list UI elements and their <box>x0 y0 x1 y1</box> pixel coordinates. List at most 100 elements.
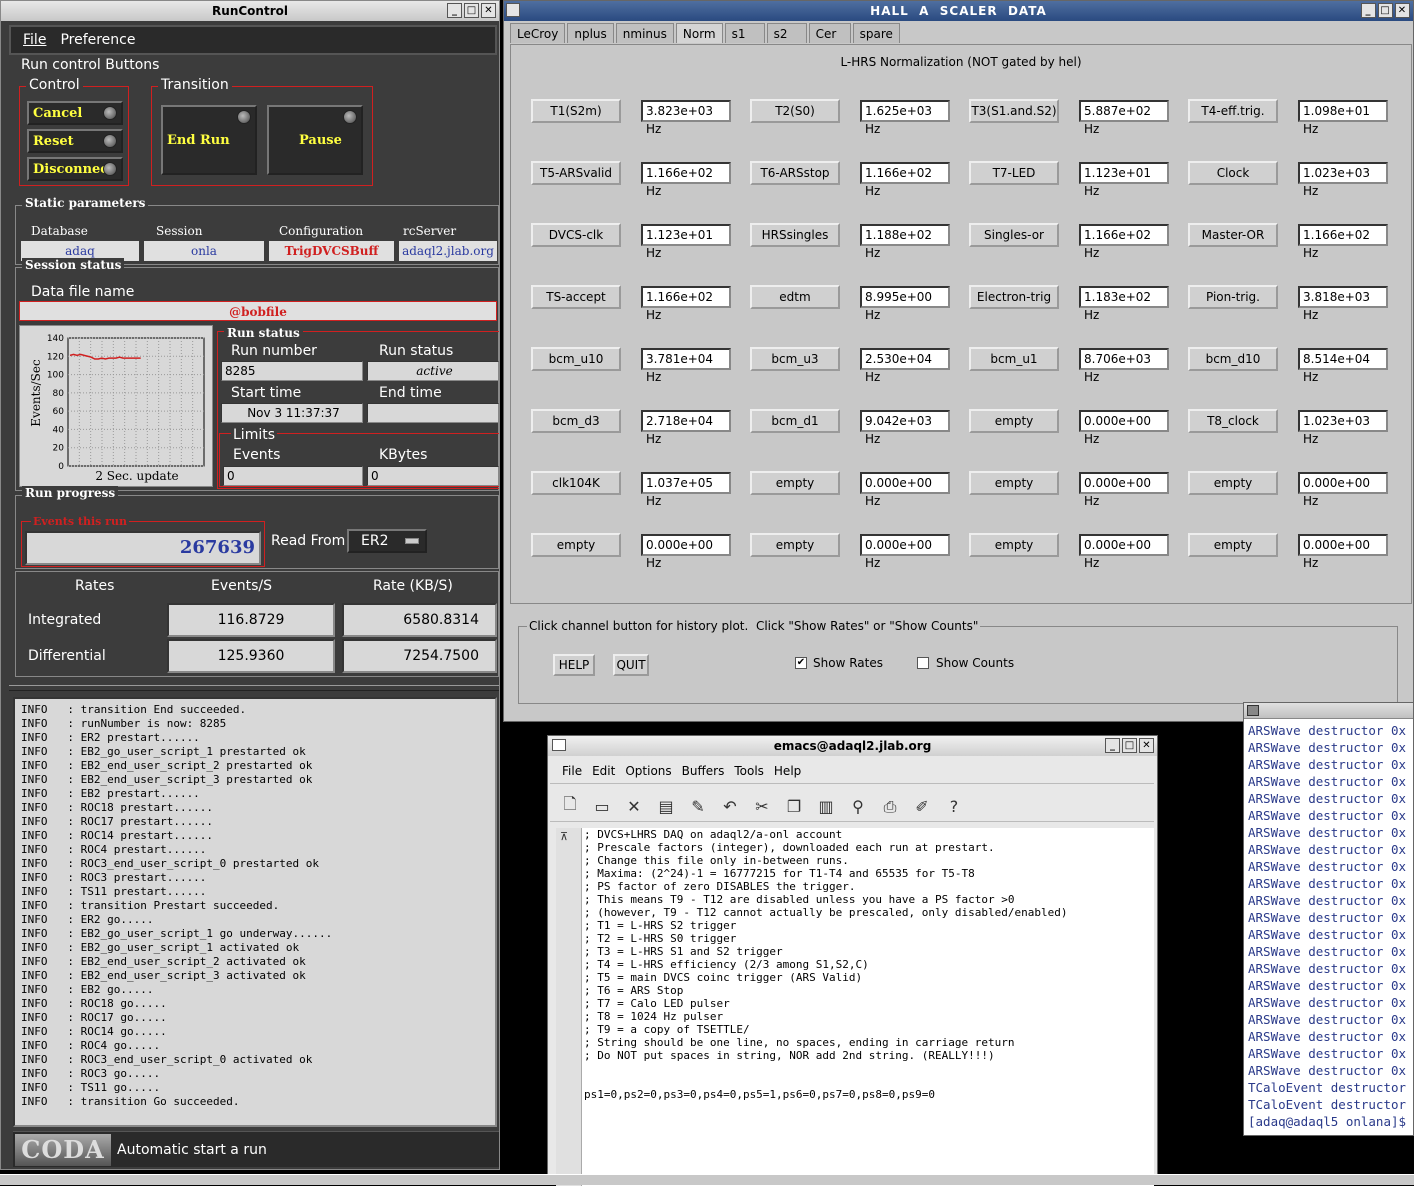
y-tick-label: 120 <box>47 352 64 362</box>
disconnect-button[interactable]: Disconnect <box>27 157 123 181</box>
scroll-up-icon[interactable]: ⊼ <box>560 830 568 843</box>
minimize-icon[interactable]: _ <box>1361 3 1376 18</box>
log-line: INFO : ER2 prestart...... <box>21 731 200 744</box>
search-icon[interactable]: ⚲ <box>848 797 868 816</box>
channel-button[interactable]: empty <box>750 471 840 495</box>
channel-button[interactable]: T4-eff.trig. <box>1188 99 1278 123</box>
channel-button[interactable]: Clock <box>1188 161 1278 185</box>
channel-button[interactable]: TS-accept <box>531 285 621 309</box>
print-icon[interactable]: ⎙ <box>880 797 900 817</box>
read-from-select[interactable]: ER2 <box>347 529 427 553</box>
channel-button[interactable]: Electron-trig <box>969 285 1059 309</box>
channel-button[interactable]: Singles-or <box>969 223 1059 247</box>
configuration-value: TrigDVCSBuff <box>269 241 394 261</box>
end-time-value <box>367 403 499 423</box>
paste-icon[interactable]: ▥ <box>816 797 836 816</box>
channel-button[interactable]: T1(S2m) <box>531 99 621 123</box>
tab-cer[interactable]: Cer <box>808 23 851 43</box>
tab-nminus[interactable]: nminus <box>615 23 674 43</box>
channel-button[interactable]: T5-ARSvalid <box>531 161 621 185</box>
tab-s2[interactable]: s2 <box>766 23 807 43</box>
save-as-icon[interactable]: ✎ <box>688 797 708 816</box>
save-icon[interactable]: ▤ <box>656 797 676 816</box>
close-buffer-icon[interactable]: ✕ <box>624 797 644 816</box>
channel-button[interactable]: T8_clock <box>1188 409 1278 433</box>
channel-button[interactable]: bcm_u10 <box>531 347 621 371</box>
close-icon[interactable]: ✕ <box>481 3 496 18</box>
channel-button[interactable]: bcm_d10 <box>1188 347 1278 371</box>
scaler-titlebar[interactable]: HALL A SCALER DATA _ □ ✕ <box>504 1 1413 21</box>
channel-button[interactable]: T2(S0) <box>750 99 840 123</box>
emacs-buffer[interactable]: ; DVCS+LHRS DAQ on adaql2/a-onl account;… <box>582 828 1154 1186</box>
xterm-titlebar[interactable] <box>1244 703 1413 719</box>
buffer-line: ; T6 = ARS Stop <box>584 984 684 997</box>
tab-s1[interactable]: s1 <box>724 23 765 43</box>
channel-button[interactable]: bcm_u3 <box>750 347 840 371</box>
channel-button[interactable]: empty <box>750 533 840 557</box>
channel-button[interactable]: T7-LED <box>969 161 1059 185</box>
menu-file[interactable]: File <box>23 32 46 48</box>
cut-icon[interactable]: ✂ <box>752 797 772 816</box>
channel-button[interactable]: clk104K <box>531 471 621 495</box>
help-button[interactable]: HELP <box>553 654 595 676</box>
channel-button[interactable]: edtm <box>750 285 840 309</box>
channel-button[interactable]: empty <box>531 533 621 557</box>
channel-button[interactable]: bcm_u1 <box>969 347 1059 371</box>
channel-button[interactable]: Master-OR <box>1188 223 1278 247</box>
open-folder-icon[interactable]: ▭ <box>592 797 612 816</box>
runcontrol-titlebar[interactable]: RunControl _ □ ✕ <box>1 1 499 21</box>
reset-button[interactable]: Reset <box>27 129 123 153</box>
emacs-titlebar[interactable]: emacs@adaql2.jlab.org _ □ ✕ <box>548 736 1157 756</box>
end-run-button[interactable]: End Run <box>161 105 257 175</box>
menu-tools[interactable]: Tools <box>734 764 764 778</box>
xterm-output[interactable]: ARSWave destructor 0x ARSWave destructor … <box>1244 719 1413 1133</box>
window-menu-icon[interactable] <box>506 3 520 17</box>
quit-button[interactable]: QUIT <box>613 654 649 676</box>
preferences-icon[interactable]: ✐ <box>912 797 932 816</box>
channel-button[interactable]: empty <box>969 533 1059 557</box>
new-file-icon[interactable]: 🗋 <box>560 793 580 820</box>
menu-file[interactable]: File <box>562 764 582 778</box>
channel-button[interactable]: empty <box>1188 471 1278 495</box>
pause-button[interactable]: Pause <box>267 105 363 175</box>
tab-lecroy[interactable]: LeCroy <box>510 23 566 43</box>
tab-spare[interactable]: spare <box>852 23 900 43</box>
channel-button[interactable]: bcm_d3 <box>531 409 621 433</box>
emacs-scrollbar[interactable]: ⊼ <box>556 828 582 1186</box>
channel-button[interactable]: Pion-trig. <box>1188 285 1278 309</box>
close-icon[interactable]: ✕ <box>1395 3 1410 18</box>
channel-button[interactable]: empty <box>1188 533 1278 557</box>
channel-button[interactable]: T3(S1.and.S2) <box>969 99 1059 123</box>
channel-button[interactable]: bcm_d1 <box>750 409 840 433</box>
terminal-line: ARSWave destructor 0x <box>1248 893 1407 908</box>
maximize-icon[interactable]: □ <box>464 3 479 18</box>
copy-icon[interactable]: ❐ <box>784 797 804 816</box>
channel-button[interactable]: HRSsingles <box>750 223 840 247</box>
minimize-icon[interactable]: _ <box>447 3 462 18</box>
maximize-icon[interactable]: □ <box>1122 738 1137 753</box>
tab-nplus[interactable]: nplus <box>567 23 614 43</box>
help-icon[interactable]: ? <box>944 797 964 816</box>
maximize-icon[interactable]: □ <box>1378 3 1393 18</box>
close-icon[interactable]: ✕ <box>1139 738 1154 753</box>
menu-help[interactable]: Help <box>774 764 801 778</box>
minimize-icon[interactable]: _ <box>1105 738 1120 753</box>
configuration-label: Configuration <box>279 224 364 238</box>
undo-icon[interactable]: ↶ <box>720 797 740 816</box>
cancel-button[interactable]: Cancel <box>27 101 123 125</box>
menu-buffers[interactable]: Buffers <box>682 764 725 778</box>
show-counts-checkbox[interactable] <box>917 657 929 669</box>
kbytes-limit-input[interactable]: 0 <box>367 466 499 486</box>
channel-button[interactable]: empty <box>969 409 1059 433</box>
window-menu-icon[interactable] <box>552 739 566 751</box>
tab-norm[interactable]: Norm <box>675 23 723 43</box>
message-log[interactable]: INFO : transition End succeeded. INFO : r… <box>13 697 497 1127</box>
menu-options[interactable]: Options <box>625 764 671 778</box>
events-limit-input[interactable]: 0 <box>223 466 363 486</box>
menu-edit[interactable]: Edit <box>592 764 615 778</box>
show-rates-checkbox[interactable]: ✔ <box>795 657 807 669</box>
menu-preference[interactable]: Preference <box>60 32 135 48</box>
channel-button[interactable]: empty <box>969 471 1059 495</box>
channel-button[interactable]: DVCS-clk <box>531 223 621 247</box>
channel-button[interactable]: T6-ARSstop <box>750 161 840 185</box>
